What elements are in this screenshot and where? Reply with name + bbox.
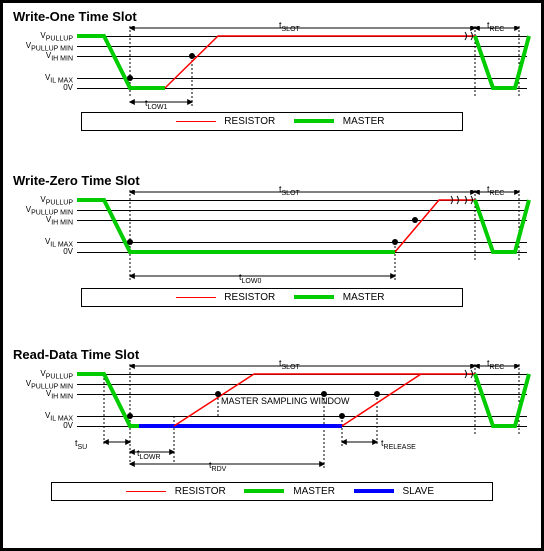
plot-write-one: VPULLUP VPULLUP MIN VIH MIN VIL MAX 0V [9, 26, 535, 106]
legend: RESISTOR MASTER SLAVE [51, 482, 493, 501]
legend-label: RESISTOR [224, 292, 275, 303]
legend-swatch-master [294, 295, 334, 299]
legend: RESISTOR MASTER [81, 288, 463, 307]
legend-swatch-resistor [176, 121, 216, 122]
label-trdv: tRDV [209, 460, 226, 473]
waveform-svg [9, 364, 535, 482]
legend-swatch-resistor [176, 297, 216, 298]
label-tslot: tSLOT [279, 20, 300, 33]
legend-label: RESISTOR [175, 486, 226, 497]
label-trelease: tRELEASE [381, 438, 416, 451]
legend-label: SLAVE [403, 486, 435, 497]
label-tsu: tSU [75, 438, 87, 451]
label-trec: tREC [487, 358, 504, 371]
label-trec: tREC [487, 184, 504, 197]
page: Write-One Time Slot VPULLUP VPULLUP MIN … [0, 0, 544, 551]
panel-write-zero: Write-Zero Time Slot VPULLUP VPULLUP MIN… [9, 169, 535, 307]
panel-title: Read-Data Time Slot [13, 347, 535, 362]
panel-read-data: Read-Data Time Slot VPULLUP VPULLUP MIN … [9, 343, 535, 501]
plot-read-data: VPULLUP VPULLUP MIN VIH MIN VIL MAX 0V [9, 364, 535, 476]
legend-label: MASTER [293, 486, 335, 497]
label-trec: tREC [487, 20, 504, 33]
label-tlow0: tLOW0 [239, 272, 261, 285]
panel-title: Write-One Time Slot [13, 9, 535, 24]
label-tlow1: tLOW1 [145, 98, 167, 111]
label-sampling: MASTER SAMPLING WINDOW [221, 396, 350, 406]
plot-write-zero: VPULLUP VPULLUP MIN VIH MIN VIL MAX 0V [9, 190, 535, 282]
waveform-svg [9, 190, 535, 290]
panel-title: Write-Zero Time Slot [13, 173, 535, 188]
label-tslot: tSLOT [279, 184, 300, 197]
panel-write-one: Write-One Time Slot VPULLUP VPULLUP MIN … [9, 5, 535, 131]
waveform-svg [9, 26, 535, 121]
legend-swatch-master [244, 489, 284, 493]
label-tlowr: tLOWR [137, 448, 161, 461]
legend-swatch-slave [354, 489, 394, 493]
legend-swatch-resistor [126, 491, 166, 492]
legend-label: MASTER [343, 292, 385, 303]
label-tslot: tSLOT [279, 358, 300, 371]
